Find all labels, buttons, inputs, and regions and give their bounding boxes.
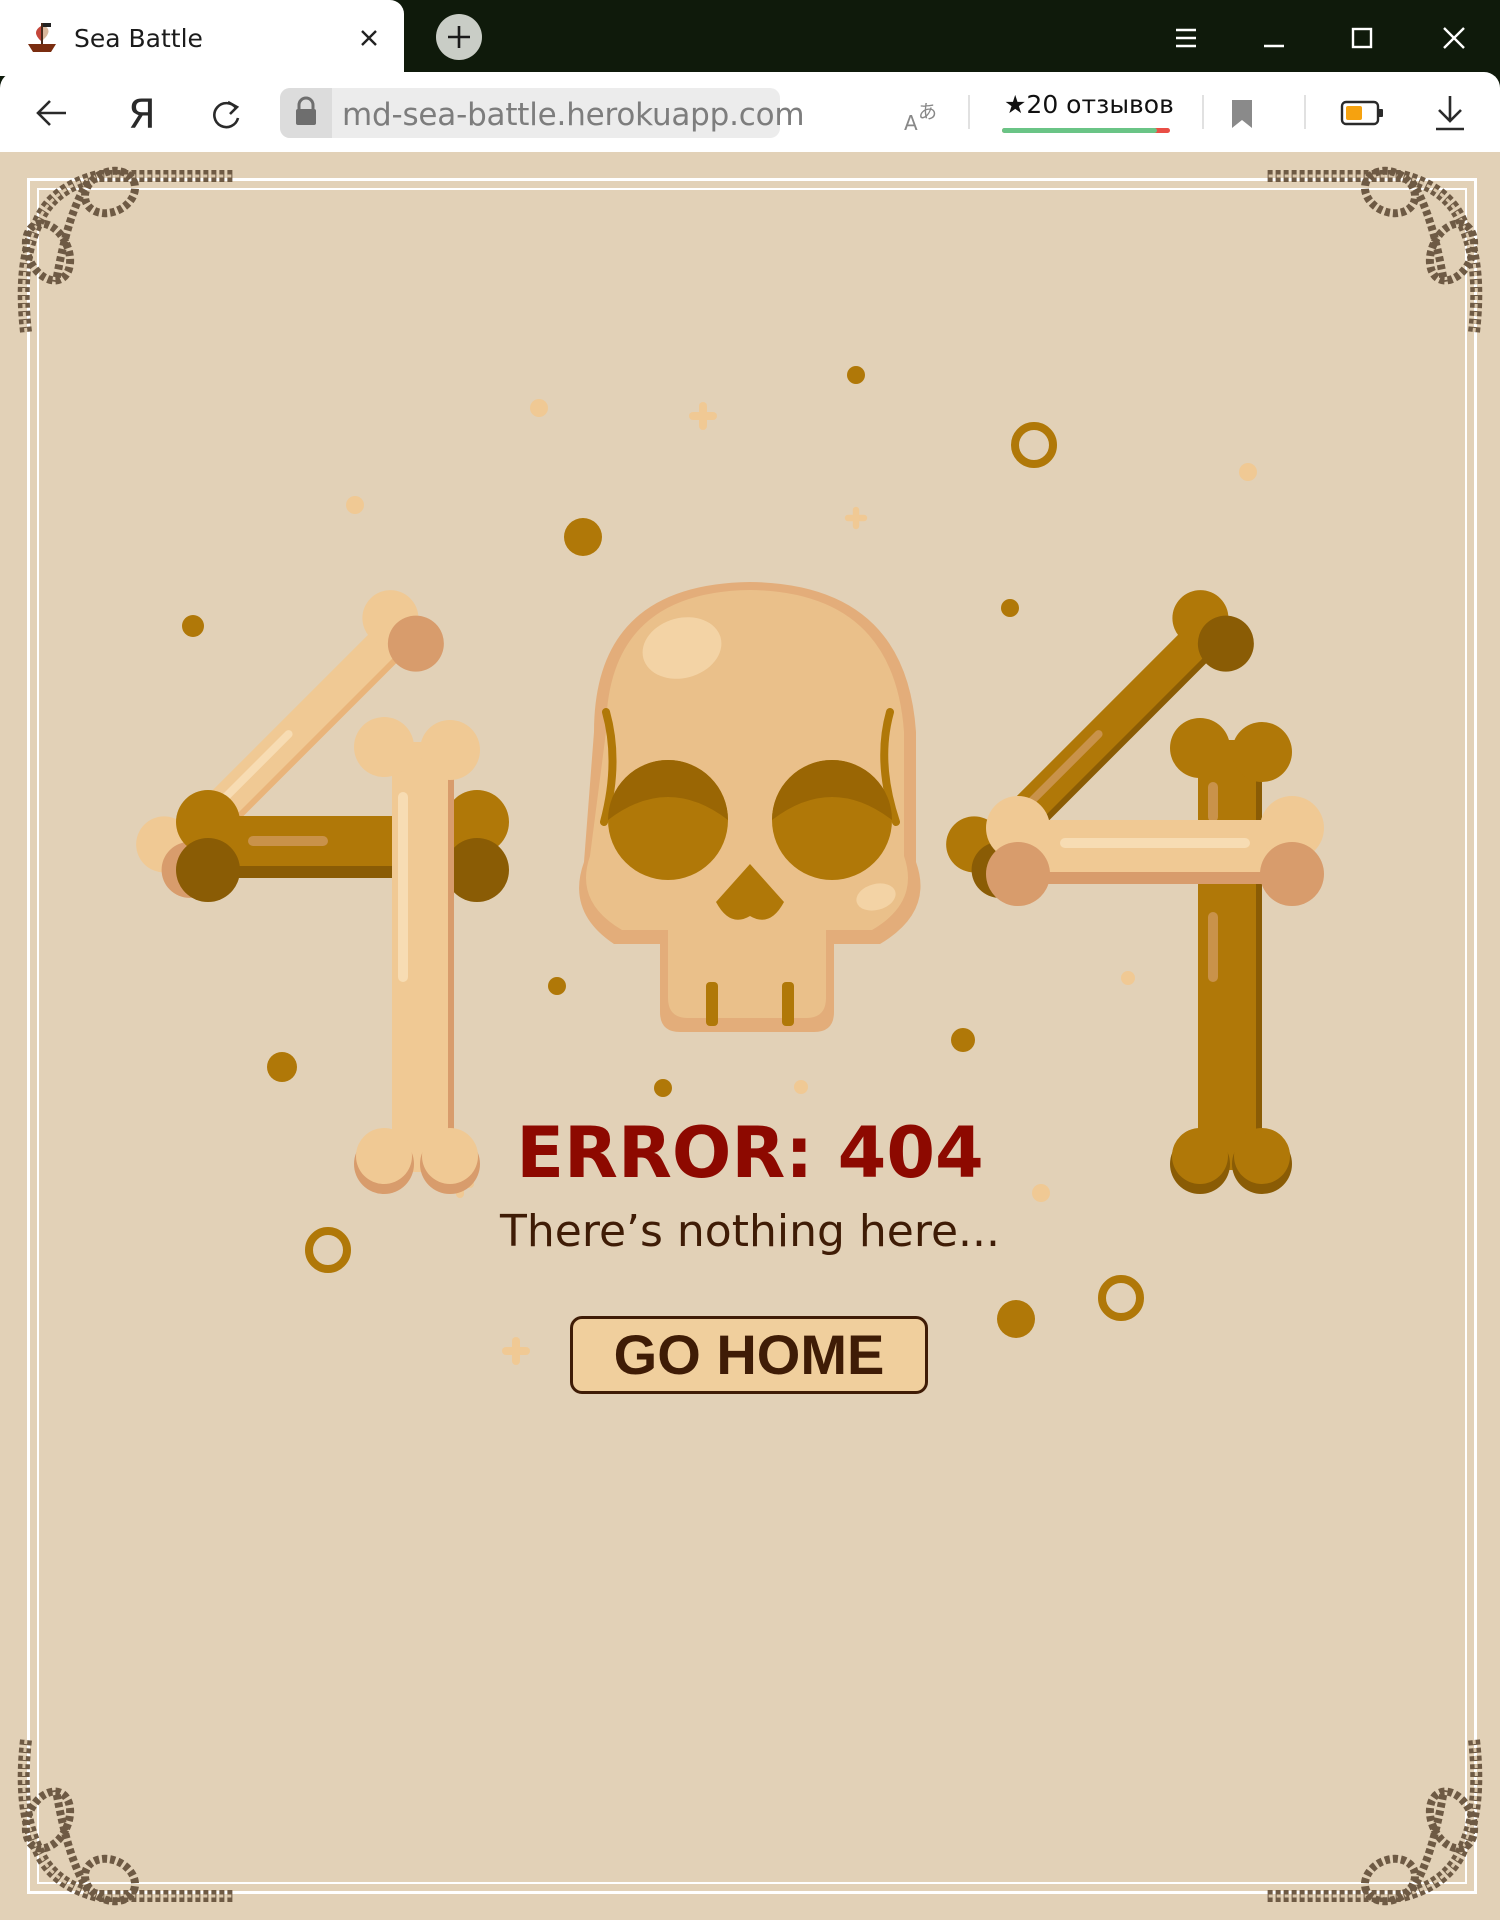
reviews-rating-bar <box>1002 128 1170 133</box>
svg-text:あ: あ <box>918 101 937 123</box>
tab-close-icon[interactable] <box>356 25 382 51</box>
reviews-label: ★20 отзывов <box>1004 90 1174 119</box>
browser-title-bar: Sea Battle <box>0 0 1500 76</box>
address-bar[interactable]: md-sea-battle.herokuapp.com <box>280 88 805 138</box>
toolbar-divider <box>1202 95 1204 129</box>
battery-icon[interactable] <box>1340 98 1386 128</box>
error-page: ERROR: 404 There’s nothing here... GO HO… <box>0 152 1500 1920</box>
toolbar-divider <box>968 95 970 129</box>
reviews-rating-fill <box>1002 128 1157 133</box>
close-window-icon[interactable] <box>1434 18 1474 58</box>
rope-corner-bottom-right <box>1267 1740 1483 1909</box>
yandex-logo-icon[interactable]: Я <box>120 90 160 136</box>
minimize-icon[interactable] <box>1254 18 1294 58</box>
rope-corner-top-right <box>1267 163 1483 332</box>
error-title: ERROR: 404 <box>516 1112 984 1194</box>
reviews-badge[interactable]: ★20 отзывов <box>1000 86 1174 142</box>
reload-icon[interactable] <box>206 94 246 134</box>
svg-text:Я: Я <box>128 92 156 136</box>
browser-tab[interactable]: Sea Battle <box>0 0 404 76</box>
svg-text:A: A <box>904 111 918 135</box>
skull-illustration <box>579 582 921 1032</box>
rope-corner-bottom-left <box>17 1740 233 1909</box>
tab-title: Sea Battle <box>74 24 203 53</box>
translate-icon[interactable]: A あ <box>902 92 946 136</box>
bones-digit-four-right <box>946 590 1324 1194</box>
lock-button[interactable] <box>280 88 332 138</box>
go-home-button[interactable]: GO HOME <box>570 1316 928 1394</box>
rope-corner-top-left <box>17 163 233 332</box>
download-icon[interactable] <box>1430 92 1470 134</box>
bookmark-icon[interactable] <box>1228 94 1256 134</box>
lock-icon <box>296 96 316 125</box>
bones-digit-four-left <box>136 590 509 1194</box>
error-message: There’s nothing here... <box>499 1206 1000 1257</box>
toolbar-divider <box>1304 95 1306 129</box>
decoration-layer <box>0 152 1500 1920</box>
back-arrow-icon[interactable] <box>30 92 72 134</box>
url-text: md-sea-battle.herokuapp.com <box>342 97 805 133</box>
browser-toolbar: Я md-sea-battle.herokuapp.com A あ ★20 от… <box>0 72 1500 152</box>
menu-icon[interactable] <box>1166 18 1206 58</box>
plus-icon <box>448 26 470 48</box>
maximize-icon[interactable] <box>1342 18 1382 58</box>
new-tab-button[interactable] <box>436 14 482 60</box>
pirate-ship-icon <box>28 23 56 52</box>
